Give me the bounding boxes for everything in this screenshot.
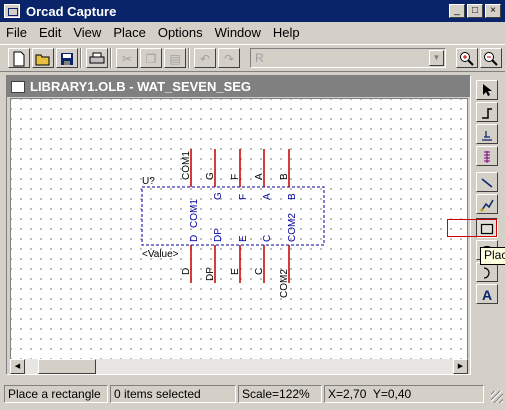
scroll-left-icon[interactable]: ◀ [10,359,25,374]
ieee-symbol-icon[interactable] [476,146,498,166]
pin-number-dp: DP [205,267,216,281]
pin-name-f: F [238,194,249,200]
toolbar: ✂ ❐ ▤ ↶ ↷ R ▼ [0,44,505,72]
status-selection: 0 items selected [110,385,236,403]
document-icon [11,80,25,93]
menu-place[interactable]: Place [107,25,152,40]
app-icon[interactable] [4,4,20,18]
pin-number-b: B [279,173,290,180]
part-reference: U? [142,176,155,187]
place-pin-array-icon[interactable] [476,124,498,144]
pin-name-e: E [238,235,249,242]
part-combo[interactable]: R ▼ [250,48,446,68]
cut-icon[interactable]: ✂ [116,48,138,68]
place-pin-icon[interactable] [476,102,498,122]
pin-number-f: F [230,174,241,180]
scroll-right-icon[interactable]: ▶ [453,359,468,374]
status-bar: Place a rectangle 0 items selected Scale… [0,383,505,405]
menu-file[interactable]: File [0,25,33,40]
document-title-bar[interactable]: LIBRARY1.OLB - WAT_SEVEN_SEG [7,76,470,97]
zoom-in-icon[interactable] [456,48,478,68]
part-value: <Value> [142,249,179,260]
pin-name-a: A [262,193,273,200]
redo-icon[interactable]: ↷ [218,48,240,68]
menu-view[interactable]: View [67,25,107,40]
menu-help[interactable]: Help [267,25,306,40]
document-title: LIBRARY1.OLB - WAT_SEVEN_SEG [30,79,252,94]
rectangle-tool-highlight [447,219,497,237]
top-pin-lines [190,149,290,187]
chevron-down-icon[interactable]: ▼ [429,50,444,66]
undo-icon[interactable]: ↶ [194,48,216,68]
maximize-icon[interactable]: □ [467,4,483,18]
pin-number-d: D [181,268,192,275]
status-coordinates: X=2,70 Y=0,40 [324,385,484,403]
app-title-bar[interactable]: Orcad Capture _ □ × [0,0,505,22]
select-arrow-icon[interactable] [476,80,498,100]
status-message: Place a rectangle [4,385,108,403]
pin-name-d: D [189,235,200,242]
place-text-icon[interactable]: A [476,284,498,304]
pin-number-com2: COM2 [279,269,290,298]
zoom-out-icon[interactable] [480,48,502,68]
menu-bar: File Edit View Place Options Window Help [0,22,505,42]
part-combo-value: R [255,51,264,65]
pin-name-dp: DP [213,228,224,242]
tool-tooltip: Plac [480,247,505,265]
pin-number-a: A [254,173,265,180]
close-icon[interactable]: × [485,4,501,18]
menu-options[interactable]: Options [152,25,209,40]
copy-icon[interactable]: ❐ [140,48,162,68]
status-scale: Scale=122% [238,385,322,403]
pin-name-c: C [262,235,273,242]
menu-edit[interactable]: Edit [33,25,67,40]
place-arc-icon[interactable] [476,262,498,282]
pin-number-g: G [205,172,216,180]
part-editor-canvas[interactable]: U? <Value> COM1 G F A B COM1 G F A B D D… [10,98,468,360]
scroll-thumb[interactable] [38,359,96,374]
pin-name-b: B [287,193,298,200]
pin-number-e: E [230,268,241,275]
pin-name-com2: COM2 [287,213,298,242]
minimize-icon[interactable]: _ [449,4,465,18]
pin-name-g: G [213,192,224,200]
new-file-icon[interactable] [8,48,30,68]
app-title: Orcad Capture [26,3,117,19]
paste-icon[interactable]: ▤ [164,48,186,68]
place-polyline-icon[interactable] [476,194,498,214]
pin-number-com1: COM1 [181,151,192,180]
open-folder-icon[interactable] [32,48,54,68]
save-icon[interactable] [56,48,78,68]
print-icon[interactable] [86,48,108,68]
pin-name-com1: COM1 [189,199,200,228]
resize-grip-icon[interactable] [491,391,503,403]
menu-window[interactable]: Window [209,25,267,40]
place-line-icon[interactable] [476,172,498,192]
horizontal-scrollbar[interactable]: ◀ ▶ [10,359,468,374]
library-document-window: LIBRARY1.OLB - WAT_SEVEN_SEG U? <Value> … [6,75,471,375]
pin-number-c: C [254,268,265,275]
